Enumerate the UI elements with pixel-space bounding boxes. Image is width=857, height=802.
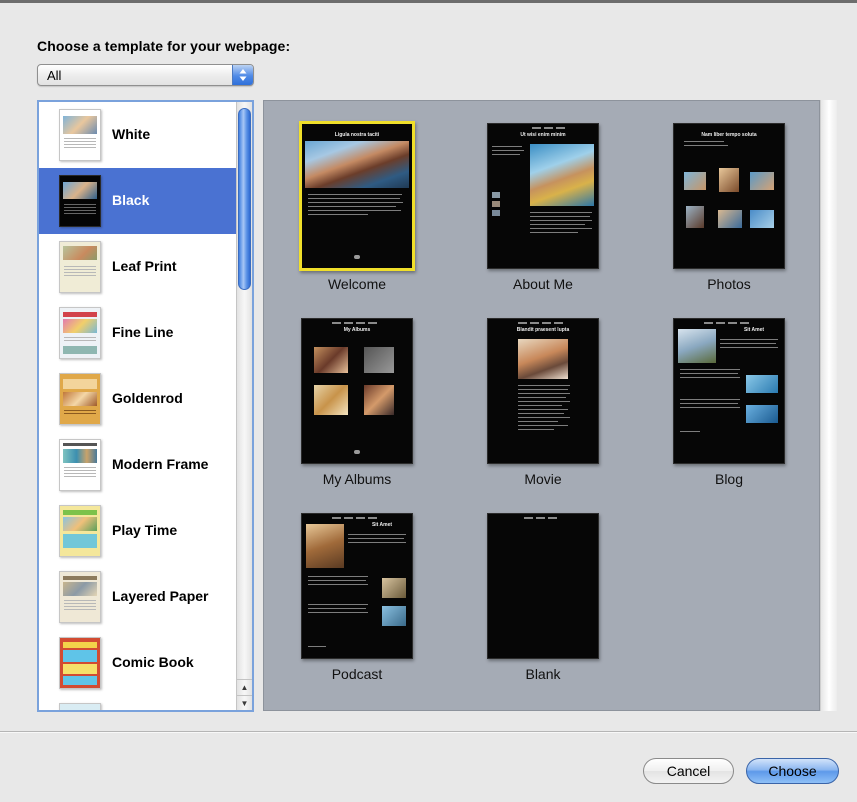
scroll-up-arrow-icon[interactable]: ▲: [237, 679, 252, 694]
template-thumbnail: [59, 175, 101, 227]
template-thumbnail: [59, 241, 101, 293]
template-thumbnail: [59, 703, 101, 710]
page-tile-my-albums[interactable]: My Albums My Albums: [277, 318, 437, 508]
template-label: Fine Line: [112, 324, 174, 340]
template-label: White: [112, 126, 151, 142]
page-preview: Sit Amet: [673, 318, 785, 464]
page-tile-welcome[interactable]: Ligula nostra taciti Welcome: [277, 121, 437, 313]
template-item-leaf-print[interactable]: Leaf Print: [39, 234, 236, 300]
scrollbar-thumb[interactable]: [238, 108, 251, 290]
page-heading: Ligula nostra taciti: [334, 132, 380, 138]
page-tile-about-me[interactable]: Ut wisi enim minim About Me: [463, 123, 623, 313]
page-caption: About Me: [513, 276, 573, 292]
template-list[interactable]: White Black Leaf Print Fine Line Goldenr…: [37, 100, 254, 712]
template-thumbnail: [59, 373, 101, 425]
template-thumbnail: [59, 637, 101, 689]
page-tile-blog[interactable]: Sit Amet Blog: [649, 318, 809, 508]
template-label: Play Time: [112, 522, 178, 538]
template-thumbnail: [59, 505, 101, 557]
template-item-comic-book[interactable]: Comic Book: [39, 630, 236, 696]
popup-selected-value: All: [47, 68, 62, 83]
page-preview: Sit Amet: [301, 513, 413, 659]
page-heading: My Albums: [343, 327, 371, 333]
template-label: Leaf Print: [112, 258, 177, 274]
template-item-black[interactable]: Black: [39, 168, 236, 234]
template-label: Comic Book: [112, 654, 194, 670]
template-thumbnail: [59, 109, 101, 161]
template-label: Layered Paper: [112, 588, 209, 604]
template-label: Black: [112, 192, 150, 208]
template-item-play-time[interactable]: Play Time: [39, 498, 236, 564]
page-caption: Blog: [714, 471, 744, 487]
page-heading: Nam liber tempo soluta: [701, 132, 757, 138]
page-caption: Welcome: [327, 276, 387, 292]
template-label: Modern Frame: [112, 456, 209, 472]
template-item-partial[interactable]: [39, 696, 236, 710]
template-thumbnail: [59, 571, 101, 623]
page-caption: Blank: [525, 666, 561, 682]
page-heading: Blandit praesent lupta: [516, 327, 570, 333]
page-preview: Blandit praesent lupta: [487, 318, 599, 464]
window-top-edge: [0, 0, 857, 3]
page-preview: Nam liber tempo soluta: [673, 123, 785, 269]
page-tile-photos[interactable]: Nam liber tempo soluta Photos: [649, 123, 809, 313]
page-heading: Sit Amet: [371, 522, 393, 528]
page-caption: Movie: [524, 471, 562, 487]
scroll-down-arrow-icon[interactable]: ▼: [237, 695, 252, 710]
page-tile-blank[interactable]: Blank: [463, 513, 623, 703]
page-heading: Ut wisi enim minim: [520, 132, 566, 138]
page-caption: Photos: [707, 276, 751, 292]
template-item-white[interactable]: White: [39, 102, 236, 168]
cancel-button[interactable]: Cancel: [643, 758, 734, 784]
page-tile-movie[interactable]: Blandit praesent lupta Movie: [463, 318, 623, 508]
template-label: Goldenrod: [112, 390, 183, 406]
page-preview: Ligula nostra taciti: [299, 121, 415, 271]
template-item-goldenrod[interactable]: Goldenrod: [39, 366, 236, 432]
divider-highlight: [0, 732, 857, 733]
page-heading: Sit Amet: [743, 327, 765, 333]
choose-button[interactable]: Choose: [746, 758, 839, 784]
template-thumbnail: [59, 307, 101, 359]
page-preview: [487, 513, 599, 659]
template-thumbnail: [59, 439, 101, 491]
page-caption: My Albums: [322, 471, 392, 487]
page-caption: Podcast: [331, 666, 383, 682]
dialog-prompt: Choose a template for your webpage:: [37, 38, 291, 54]
template-item-fine-line[interactable]: Fine Line: [39, 300, 236, 366]
gallery-scrollbar[interactable]: [820, 100, 837, 711]
template-item-modern-frame[interactable]: Modern Frame: [39, 432, 236, 498]
page-gallery[interactable]: Ligula nostra taciti Welcome Ut wisi eni…: [263, 100, 820, 711]
template-item-layered-paper[interactable]: Layered Paper: [39, 564, 236, 630]
template-list-scrollbar[interactable]: ▲ ▼: [236, 102, 252, 710]
page-preview: Ut wisi enim minim: [487, 123, 599, 269]
up-down-arrows-icon: [232, 65, 253, 85]
page-preview: My Albums: [301, 318, 413, 464]
template-category-popup[interactable]: All: [37, 64, 254, 86]
page-tile-podcast[interactable]: Sit Amet Podcast: [277, 513, 437, 703]
